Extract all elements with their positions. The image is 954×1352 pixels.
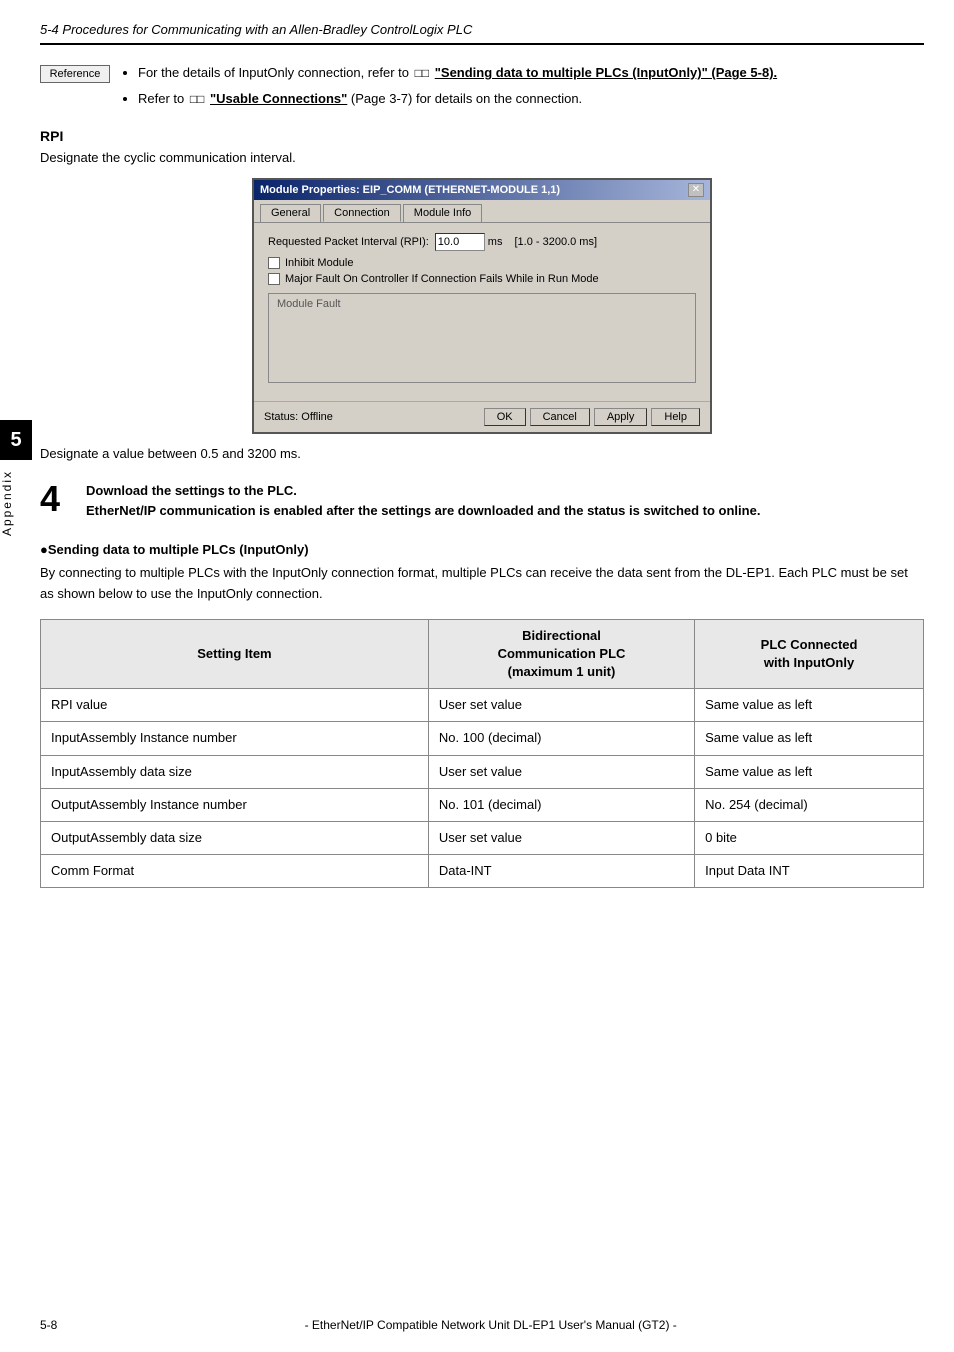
table-row: InputAssembly data sizeUser set valueSam… (41, 755, 924, 788)
apply-button[interactable]: Apply (594, 408, 648, 426)
reference-content: For the details of InputOnly connection,… (122, 63, 924, 114)
table-header-row: Setting Item BidirectionalCommunication … (41, 619, 924, 689)
rpi-input-label: Requested Packet Interval (RPI): (268, 236, 429, 248)
rpi-range-label: [1.0 - 3200.0 ms] (514, 236, 597, 248)
page-footer: 5-8 - EtherNet/IP Compatible Network Uni… (40, 1318, 924, 1332)
table-body: RPI valueUser set valueSame value as lef… (41, 689, 924, 888)
ok-button[interactable]: OK (484, 408, 526, 426)
page-header: 5-4 Procedures for Communicating with an… (40, 10, 924, 45)
help-button[interactable]: Help (651, 408, 700, 426)
col-header-setting: Setting Item (41, 619, 429, 689)
table-cell-col2: 0 bite (695, 821, 924, 854)
table-row: RPI valueUser set valueSame value as lef… (41, 689, 924, 722)
sending-text: By connecting to multiple PLCs with the … (40, 563, 924, 605)
appendix-label: Appendix (0, 470, 32, 536)
page-header-title: 5-4 Procedures for Communicating with an… (40, 22, 472, 37)
dialog-titlebar: Module Properties: EIP_COMM (ETHERNET-MO… (254, 180, 710, 200)
settings-table: Setting Item BidirectionalCommunication … (40, 619, 924, 889)
step4-number: 4 (40, 481, 72, 517)
page-container: 5 Appendix 5-4 Procedures for Communicat… (0, 0, 954, 1352)
table-cell-col0: InputAssembly data size (41, 755, 429, 788)
step4-content: Download the settings to the PLC. EtherN… (86, 481, 924, 522)
col-header-bidirectional: BidirectionalCommunication PLC(maximum 1… (428, 619, 694, 689)
dialog-tabs: General Connection Module Info (254, 200, 710, 223)
table-cell-col1: No. 101 (decimal) (428, 788, 694, 821)
module-fault-content (277, 314, 687, 374)
dialog-status: Status: Offline (264, 411, 333, 423)
rpi-heading: RPI (40, 128, 924, 144)
reference-section: Reference For the details of InputOnly c… (40, 63, 924, 114)
table-cell-col1: Data-INT (428, 855, 694, 888)
table-cell-col1: User set value (428, 755, 694, 788)
rpi-input-field[interactable]: 10.0 (435, 233, 485, 251)
table-cell-col0: OutputAssembly data size (41, 821, 429, 854)
dialog-tab-moduleinfo[interactable]: Module Info (403, 204, 482, 222)
table-cell-col0: RPI value (41, 689, 429, 722)
module-fault-title: Module Fault (277, 298, 687, 310)
table-cell-col0: Comm Format (41, 855, 429, 888)
col-header-inputonly: PLC Connectedwith InputOnly (695, 619, 924, 689)
table-cell-col1: No. 100 (decimal) (428, 722, 694, 755)
rpi-row: Requested Packet Interval (RPI): 10.0 ms… (268, 233, 696, 251)
table-row: Comm FormatData-INTInput Data INT (41, 855, 924, 888)
chapter-number: 5 (0, 420, 32, 460)
table-cell-col2: Same value as left (695, 689, 924, 722)
table-cell-col1: User set value (428, 821, 694, 854)
table-cell-col2: Input Data INT (695, 855, 924, 888)
dialog-tab-general[interactable]: General (260, 204, 321, 222)
dialog-close-button[interactable]: ✕ (688, 183, 704, 197)
inhibit-checkbox[interactable] (268, 257, 280, 269)
reference-item-1: For the details of InputOnly connection,… (138, 63, 924, 83)
book-icon-1: □□ (415, 64, 430, 82)
table-row: OutputAssembly Instance numberNo. 101 (d… (41, 788, 924, 821)
cancel-button[interactable]: Cancel (530, 408, 590, 426)
fault-checkbox-row: Major Fault On Controller If Connection … (268, 273, 696, 285)
reference-badge: Reference (40, 65, 110, 83)
step4-main-text: Download the settings to the PLC. EtherN… (86, 481, 924, 520)
rpi-unit-label: ms (488, 236, 503, 248)
dialog-tab-connection[interactable]: Connection (323, 204, 401, 222)
chapter-sidebar: 5 Appendix (0, 0, 32, 1352)
table-cell-col1: User set value (428, 689, 694, 722)
module-fault-groupbox: Module Fault (268, 293, 696, 383)
sending-heading: ●Sending data to multiple PLCs (InputOnl… (40, 542, 924, 557)
rpi-section: RPI Designate the cyclic communication i… (40, 128, 924, 463)
main-content: 5-4 Procedures for Communicating with an… (40, 0, 924, 888)
table-cell-col0: OutputAssembly Instance number (41, 788, 429, 821)
fault-label: Major Fault On Controller If Connection … (285, 273, 599, 285)
reference-list: For the details of InputOnly connection,… (122, 63, 924, 108)
table-cell-col0: InputAssembly Instance number (41, 722, 429, 755)
dialog-buttons: OK Cancel Apply Help (484, 408, 700, 426)
inhibit-label: Inhibit Module (285, 257, 354, 269)
dialog-footer: Status: Offline OK Cancel Apply Help (254, 401, 710, 432)
table-cell-col2: Same value as left (695, 755, 924, 788)
designate-text: Designate a value between 0.5 and 3200 m… (40, 444, 924, 464)
table-cell-col2: No. 254 (decimal) (695, 788, 924, 821)
table-row: OutputAssembly data sizeUser set value0 … (41, 821, 924, 854)
inhibit-checkbox-row: Inhibit Module (268, 257, 696, 269)
reference-item-2: Refer to □□ "Usable Connections" (Page 3… (138, 89, 924, 109)
fault-checkbox[interactable] (268, 273, 280, 285)
rpi-description: Designate the cyclic communication inter… (40, 148, 924, 168)
footer-manual-name: - EtherNet/IP Compatible Network Unit DL… (57, 1318, 924, 1332)
table-row: InputAssembly Instance numberNo. 100 (de… (41, 722, 924, 755)
book-icon-2: □□ (190, 90, 205, 108)
footer-page-number: 5-8 (40, 1318, 57, 1332)
dialog-body: Requested Packet Interval (RPI): 10.0 ms… (254, 223, 710, 401)
step4-section: 4 Download the settings to the PLC. Ethe… (40, 481, 924, 522)
table-cell-col2: Same value as left (695, 722, 924, 755)
dialog-title-text: Module Properties: EIP_COMM (ETHERNET-MO… (260, 184, 560, 196)
dialog-screenshot: Module Properties: EIP_COMM (ETHERNET-MO… (252, 178, 712, 434)
